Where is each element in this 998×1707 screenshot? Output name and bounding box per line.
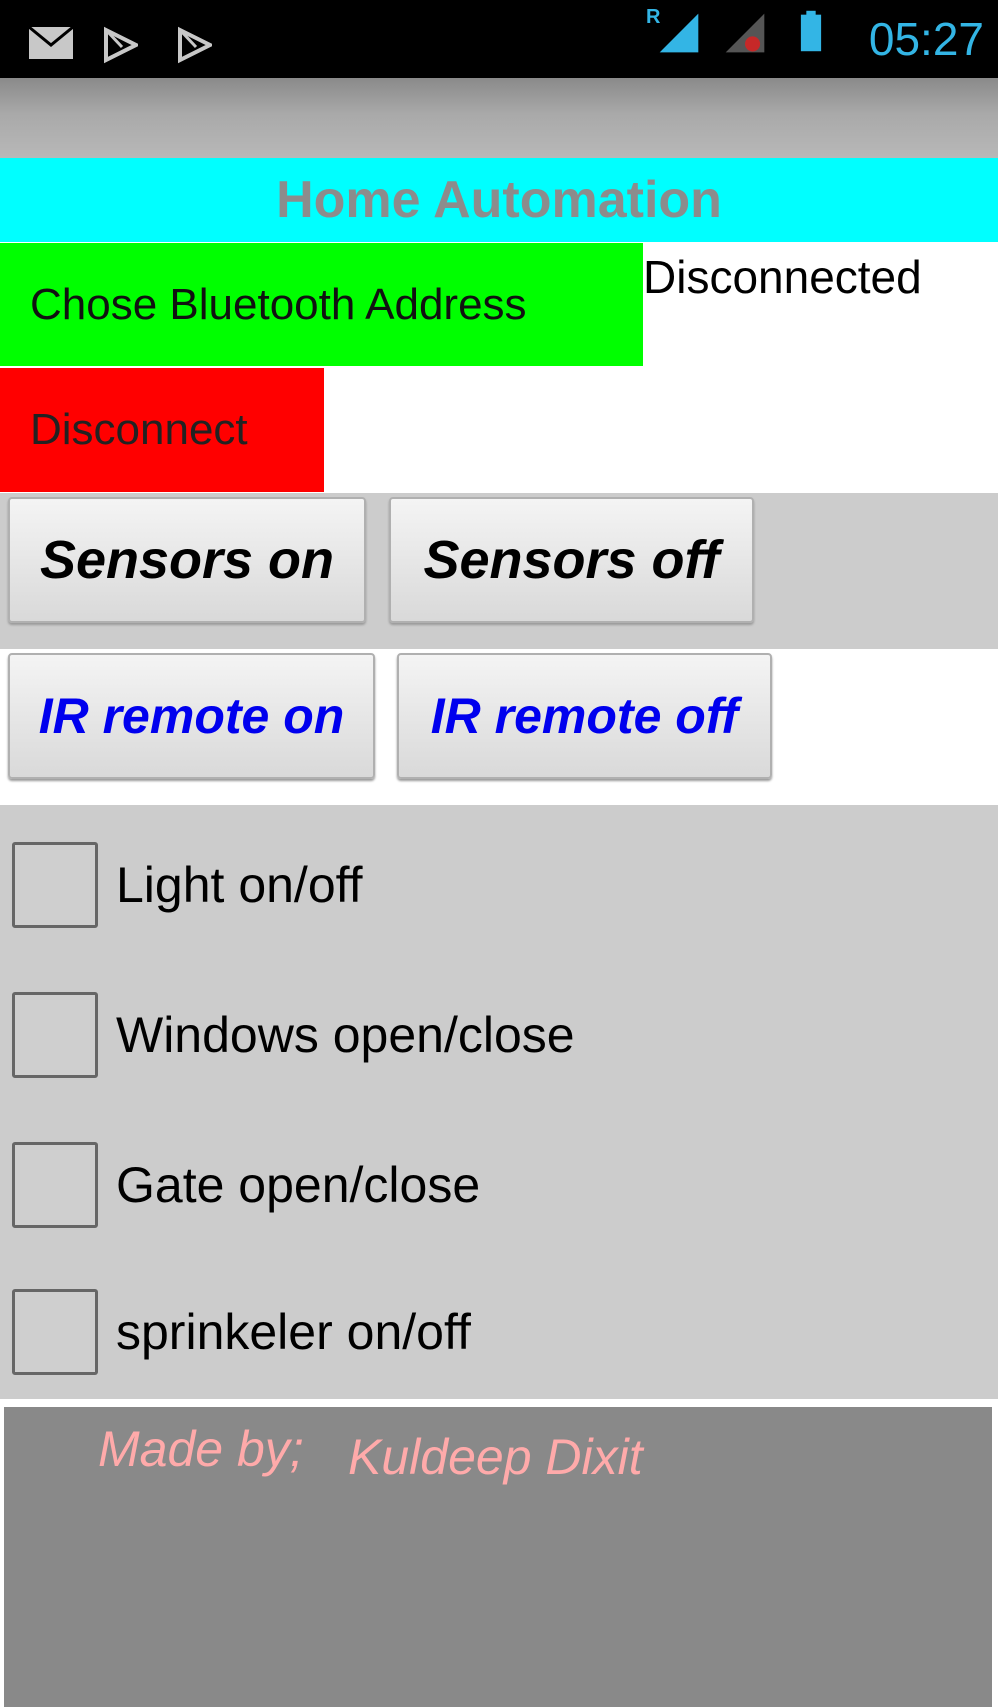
- gate-checkbox[interactable]: [12, 1142, 98, 1228]
- gate-toggle-label: Gate open/close: [116, 1157, 481, 1213]
- sensors-off-button[interactable]: Sensors off: [389, 497, 754, 623]
- windows-toggle-label: Windows open/close: [116, 1007, 575, 1063]
- play-store-icon: [104, 26, 138, 64]
- ir-remote-on-button[interactable]: IR remote on: [8, 653, 375, 779]
- light-checkbox[interactable]: [12, 842, 98, 928]
- mail-icon: [28, 25, 74, 59]
- sprinkler-checkbox[interactable]: [12, 1289, 98, 1375]
- signal-icon: [659, 13, 699, 53]
- windows-toggle[interactable]: Windows open/close: [12, 989, 575, 1081]
- disconnect-button[interactable]: Disconnect: [0, 368, 324, 492]
- action-bar: [0, 78, 998, 158]
- clock: 05:27: [868, 13, 984, 65]
- light-toggle[interactable]: Light on/off: [12, 839, 363, 931]
- title-bar: Home Automation: [0, 158, 998, 242]
- sensors-on-button[interactable]: Sensors on: [8, 497, 366, 623]
- ir-remote-off-button[interactable]: IR remote off: [397, 653, 772, 779]
- windows-checkbox[interactable]: [12, 992, 98, 1078]
- made-by-label: Made by;: [98, 1421, 304, 1477]
- ir-remote-row: IR remote on IR remote off: [0, 649, 998, 805]
- status-bar: R 05:27: [0, 0, 998, 78]
- sprinkler-toggle-label: sprinkeler on/off: [116, 1304, 471, 1360]
- connection-status-label: Disconnected: [643, 251, 922, 303]
- sensors-row: Sensors on Sensors off: [0, 493, 998, 649]
- choose-bluetooth-address-button[interactable]: Chose Bluetooth Address: [0, 243, 643, 366]
- light-toggle-label: Light on/off: [116, 857, 363, 913]
- sprinkler-toggle[interactable]: sprinkeler on/off: [12, 1286, 471, 1378]
- page-title: Home Automation: [276, 171, 722, 229]
- play-store-icon: [178, 26, 212, 64]
- gate-toggle[interactable]: Gate open/close: [12, 1139, 480, 1231]
- battery-icon: [800, 10, 822, 52]
- author-name: Kuldeep Dixit: [348, 1429, 643, 1485]
- signal-icon: [725, 13, 765, 53]
- toggles-panel: Light on/off Windows open/close Gate ope…: [0, 805, 998, 1399]
